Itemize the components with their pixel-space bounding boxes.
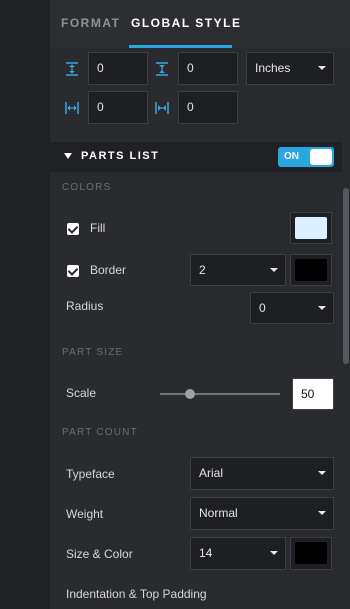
font-size-value: 14 <box>199 546 213 560</box>
active-tab-indicator <box>129 45 232 48</box>
size-color-label: Size & Color <box>66 547 133 561</box>
tab-bar: FORMAT GLOBAL STYLE <box>50 0 350 48</box>
chevron-down-icon <box>318 66 326 70</box>
scale-input[interactable]: 50 <box>292 378 334 410</box>
vertical-spacing-alt-icon <box>154 61 170 77</box>
border-label: Border <box>90 263 127 277</box>
horizontal-spacing-icon <box>64 100 80 116</box>
scale-label: Scale <box>66 386 97 400</box>
fill-color-picker[interactable] <box>290 212 332 244</box>
weight-dropdown[interactable]: Normal <box>190 497 334 530</box>
typeface-label: Typeface <box>66 467 115 481</box>
spacing-row-horizontal: 0 0 <box>50 91 350 127</box>
tab-global-style[interactable]: GLOBAL STYLE <box>131 16 241 30</box>
chevron-down-icon <box>318 471 326 475</box>
spacing-between-input[interactable]: 0 <box>178 52 238 85</box>
spacing-right-input[interactable]: 0 <box>178 91 238 124</box>
parts-list-header[interactable]: PARTS LIST ON <box>50 142 350 172</box>
spacing-left-input[interactable]: 0 <box>88 91 148 124</box>
part-count-section-label: PART COUNT <box>62 427 138 438</box>
border-width-dropdown[interactable]: 2 <box>190 254 286 286</box>
parts-list-title: PARTS LIST <box>81 150 160 162</box>
scale-slider-handle[interactable] <box>185 389 195 399</box>
chevron-down-icon <box>270 268 278 272</box>
part-size-section-label: PART SIZE <box>62 347 124 358</box>
properties-panel: FORMAT GLOBAL STYLE 0 0 Inches 0 0 PARTS… <box>50 0 350 609</box>
text-color-swatch <box>295 542 327 564</box>
border-color-swatch <box>295 259 327 281</box>
tab-format[interactable]: FORMAT <box>61 16 120 30</box>
colors-section-label: COLORS <box>62 182 112 193</box>
unit-dropdown-value: Inches <box>255 61 291 75</box>
spacing-top-input[interactable]: 0 <box>88 52 148 85</box>
radius-dropdown[interactable]: 0 <box>250 292 334 324</box>
scrollbar-thumb[interactable] <box>343 188 349 364</box>
indentation-label: Indentation & Top Padding <box>66 587 207 601</box>
scale-slider-track[interactable] <box>160 393 280 395</box>
fill-label: Fill <box>90 221 106 235</box>
fill-checkbox[interactable] <box>67 223 79 235</box>
border-color-picker[interactable] <box>290 254 332 286</box>
weight-label: Weight <box>66 507 104 521</box>
horizontal-spacing-alt-icon <box>154 100 170 116</box>
canvas-area <box>0 0 50 609</box>
chevron-down-icon <box>318 511 326 515</box>
toggle-knob <box>310 149 332 165</box>
font-size-dropdown[interactable]: 14 <box>190 537 286 570</box>
spacing-row-vertical: 0 0 Inches <box>50 52 350 88</box>
unit-dropdown[interactable]: Inches <box>246 52 334 85</box>
border-checkbox[interactable] <box>67 265 79 277</box>
typeface-value: Arial <box>199 466 224 480</box>
radius-label: Radius <box>66 299 104 313</box>
typeface-dropdown[interactable]: Arial <box>190 457 334 490</box>
weight-value: Normal <box>199 506 238 520</box>
radius-value: 0 <box>259 301 266 315</box>
chevron-down-icon <box>318 306 326 310</box>
text-color-picker[interactable] <box>290 537 332 570</box>
vertical-spacing-icon <box>64 61 80 77</box>
collapse-caret-icon[interactable] <box>64 153 72 159</box>
toggle-label: ON <box>284 151 299 162</box>
fill-color-swatch <box>295 217 327 239</box>
panel-scrollbar[interactable] <box>342 48 350 609</box>
chevron-down-icon <box>270 551 278 555</box>
border-width-value: 2 <box>199 263 206 277</box>
parts-list-toggle[interactable]: ON <box>278 147 334 167</box>
